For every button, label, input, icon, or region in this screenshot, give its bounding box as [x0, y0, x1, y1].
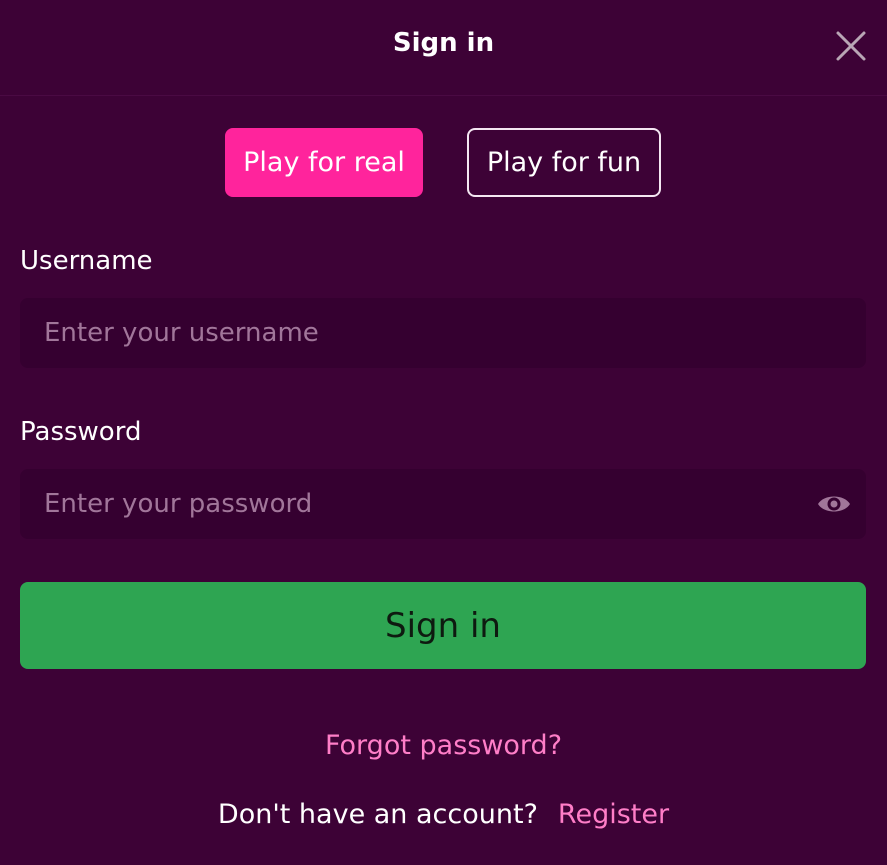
password-label: Password	[20, 417, 142, 447]
username-label: Username	[20, 246, 153, 276]
register-row: Don't have an account? Register	[0, 799, 887, 830]
modal-header: Sign in	[0, 0, 887, 96]
forgot-password-row: Forgot password?	[0, 730, 887, 761]
register-link[interactable]: Register	[558, 799, 669, 830]
modal-title: Sign in	[392, 28, 495, 58]
password-input[interactable]	[20, 469, 866, 539]
forgot-password-link[interactable]: Forgot password?	[325, 730, 562, 761]
eye-icon[interactable]	[816, 488, 852, 520]
sign-in-modal: Sign in Play for real Play for fun Usern…	[0, 0, 887, 865]
close-icon[interactable]	[835, 30, 867, 62]
sign-in-button[interactable]: Sign in	[20, 582, 866, 669]
password-field-container	[20, 469, 866, 539]
username-input[interactable]	[20, 298, 866, 368]
username-field-container	[20, 298, 866, 368]
no-account-text: Don't have an account?	[217, 799, 538, 830]
play-for-real-button[interactable]: Play for real	[225, 128, 423, 197]
play-for-fun-button[interactable]: Play for fun	[467, 128, 661, 197]
